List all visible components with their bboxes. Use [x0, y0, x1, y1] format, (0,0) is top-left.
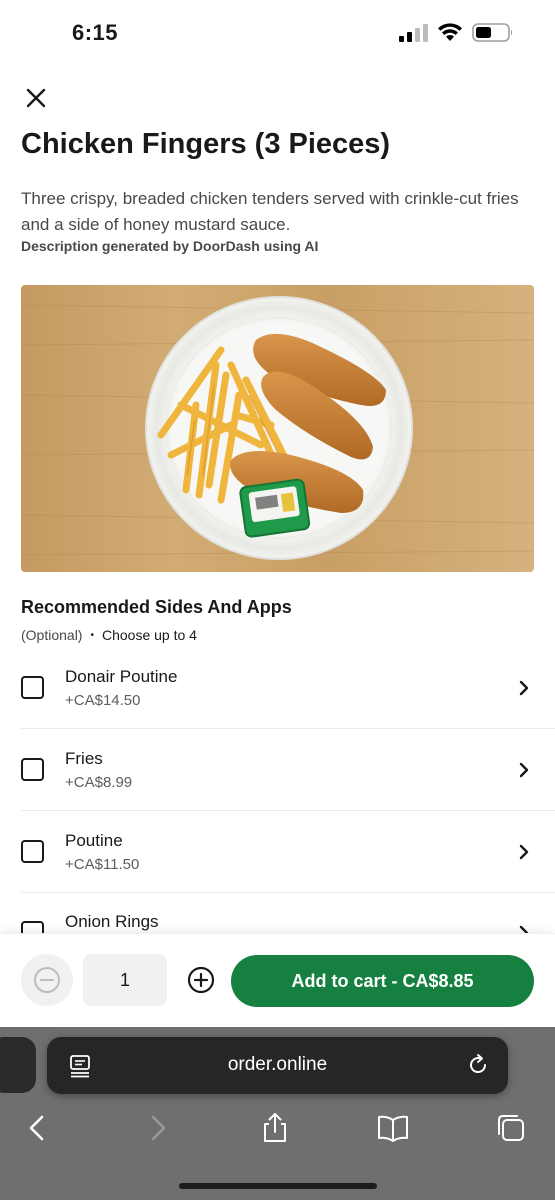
previous-tab-preview[interactable]	[0, 1037, 36, 1093]
reload-icon[interactable]	[466, 1053, 490, 1077]
plus-circle-icon[interactable]	[187, 966, 215, 994]
item-description: Three crispy, breaded chicken tenders se…	[21, 189, 519, 234]
section-meta: (Optional) • Choose up to 4	[21, 627, 197, 643]
item-title: Chicken Fingers (3 Pieces)	[21, 128, 391, 160]
option-donair-poutine[interactable]: Donair Poutine +CA$14.50	[0, 647, 555, 729]
option-fries[interactable]: Fries +CA$8.99	[0, 729, 555, 811]
option-checkbox[interactable]	[21, 676, 44, 699]
share-icon[interactable]	[259, 1112, 291, 1144]
wifi-icon	[438, 23, 462, 41]
quantity-value: 1	[83, 954, 167, 1006]
option-poutine[interactable]: Poutine +CA$11.50	[0, 811, 555, 893]
choice-limit: Choose up to 4	[101, 627, 197, 643]
ai-description-note: Description generated by DoorDash using …	[21, 238, 319, 254]
decrease-quantity-button[interactable]	[21, 954, 73, 1006]
status-bar: 6:15	[0, 0, 555, 66]
option-price: +CA$8.99	[65, 774, 133, 791]
option-price: +CA$14.50	[65, 692, 141, 709]
chevron-right-icon[interactable]	[517, 762, 531, 778]
battery-icon	[472, 23, 513, 42]
option-name: Donair Poutine	[65, 667, 178, 686]
back-icon[interactable]	[22, 1112, 54, 1144]
tabs-icon[interactable]	[495, 1112, 527, 1144]
item-photo	[21, 285, 534, 572]
chevron-right-icon[interactable]	[517, 680, 531, 696]
separator-dot: •	[90, 629, 94, 641]
option-checkbox[interactable]	[21, 840, 44, 863]
bookmarks-icon[interactable]	[377, 1112, 409, 1144]
option-checkbox[interactable]	[21, 758, 44, 781]
minus-circle-icon	[34, 967, 60, 993]
option-name: Onion Rings	[65, 912, 159, 931]
cart-action-bar: 1 Add to cart - CA$8.85	[0, 933, 555, 1027]
url-text: order.online	[227, 1054, 328, 1075]
section-title: Recommended Sides And Apps	[21, 597, 292, 617]
add-to-cart-button[interactable]: Add to cart - CA$8.85	[231, 955, 534, 1007]
option-name: Poutine	[65, 831, 123, 850]
chevron-right-icon[interactable]	[517, 844, 531, 860]
address-bar[interactable]: order.online	[47, 1037, 508, 1094]
cellular-signal-icon	[399, 24, 428, 42]
option-price: +CA$11.50	[65, 856, 140, 873]
option-name: Fries	[65, 749, 103, 768]
status-time: 6:15	[72, 20, 119, 45]
forward-icon[interactable]	[141, 1112, 173, 1144]
home-indicator	[179, 1183, 377, 1189]
optional-label: (Optional)	[21, 627, 83, 643]
browser-toolbar: order.online	[0, 1027, 555, 1200]
close-icon[interactable]	[22, 84, 50, 112]
